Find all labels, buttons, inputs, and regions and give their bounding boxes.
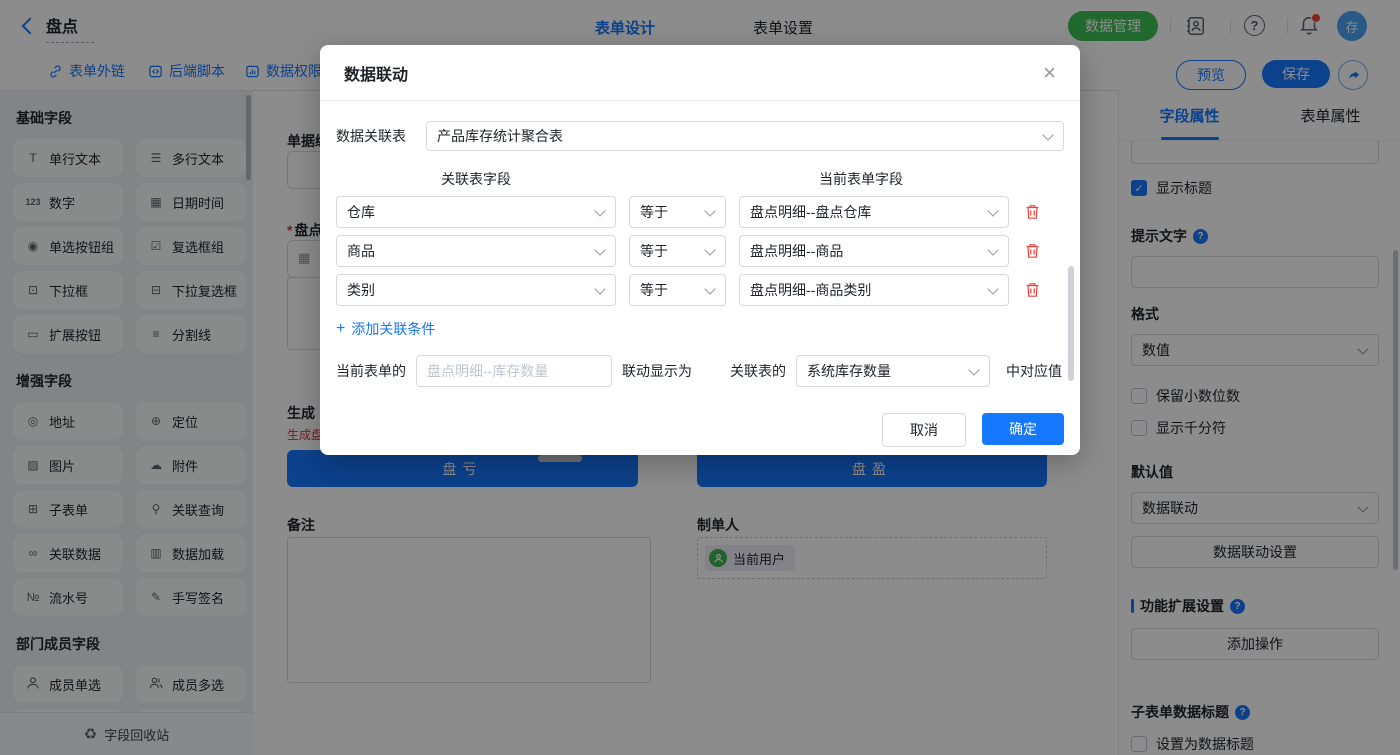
condition-row: 仓库 等于 盘点明细--盘点仓库 [336, 196, 1064, 228]
dialog-scrollbar[interactable] [1068, 266, 1074, 381]
condition-column-headers: 关联表字段 当前表单字段 [336, 169, 1064, 189]
close-icon[interactable]: × [1043, 62, 1056, 84]
data-linkage-dialog: 数据联动 × 数据关联表 产品库存统计聚合表 关联表字段 当前表单字段 仓库 等… [320, 45, 1080, 455]
chevron-down-icon [594, 244, 605, 255]
form-field-select[interactable]: 盘点明细--商品类别 [739, 274, 1009, 306]
confirm-button[interactable]: 确定 [982, 413, 1064, 445]
linked-value-select[interactable]: 系统库存数量 [796, 355, 990, 387]
chevron-down-icon [594, 283, 605, 294]
current-form-prefix: 当前表单的 [336, 361, 406, 381]
operator-select[interactable]: 等于 [629, 196, 726, 228]
delete-condition-button[interactable] [1025, 282, 1040, 298]
dialog-footer: 取消 确定 [336, 413, 1064, 447]
delete-condition-button[interactable] [1025, 204, 1040, 220]
linked-field-select[interactable]: 商品 [336, 235, 616, 267]
chevron-down-icon [968, 364, 979, 375]
trash-icon [1025, 204, 1040, 220]
chevron-down-icon [704, 283, 715, 294]
chevron-down-icon [704, 205, 715, 216]
dialog-body: 数据关联表 产品库存统计聚合表 关联表字段 当前表单字段 仓库 等于 盘点明细-… [320, 121, 1080, 447]
chevron-down-icon [987, 205, 998, 216]
form-field-select[interactable]: 盘点明细--盘点仓库 [739, 196, 1009, 228]
trash-icon [1025, 282, 1040, 298]
operator-select[interactable]: 等于 [629, 235, 726, 267]
linked-field-select[interactable]: 仓库 [336, 196, 616, 228]
linked-table-row: 数据关联表 产品库存统计聚合表 [336, 121, 1064, 151]
linked-field-select[interactable]: 类别 [336, 274, 616, 306]
linkage-mapping-row: 当前表单的 联动显示为 关联表的 系统库存数量 中对应值 [336, 355, 1064, 387]
condition-row: 商品 等于 盘点明细--商品 [336, 235, 1064, 267]
cancel-button[interactable]: 取消 [882, 413, 966, 447]
of-linked-table: 关联表的 [730, 361, 786, 381]
chevron-down-icon [1042, 129, 1053, 140]
chevron-down-icon [987, 283, 998, 294]
current-form-field-input[interactable] [416, 355, 612, 387]
linkage-display-as: 联动显示为 [622, 361, 692, 381]
chevron-down-icon [594, 205, 605, 216]
operator-select[interactable]: 等于 [629, 274, 726, 306]
chevron-down-icon [987, 244, 998, 255]
dialog-header: 数据联动 × [320, 45, 1080, 101]
dialog-title: 数据联动 [344, 61, 408, 85]
condition-row: 类别 等于 盘点明细--商品类别 [336, 274, 1064, 306]
linked-table-select[interactable]: 产品库存统计聚合表 [426, 121, 1064, 151]
delete-condition-button[interactable] [1025, 243, 1040, 259]
add-condition-link[interactable]: + 添加关联条件 [336, 319, 1064, 339]
col-linked-table-field: 关联表字段 [336, 169, 616, 189]
plus-icon: + [336, 320, 345, 338]
chevron-down-icon [704, 244, 715, 255]
trash-icon [1025, 243, 1040, 259]
col-current-form-field: 当前表单字段 [726, 169, 996, 189]
form-field-select[interactable]: 盘点明细--商品 [739, 235, 1009, 267]
linked-table-label: 数据关联表 [336, 126, 426, 146]
corresponding-value-suffix: 中对应值 [1006, 361, 1062, 381]
